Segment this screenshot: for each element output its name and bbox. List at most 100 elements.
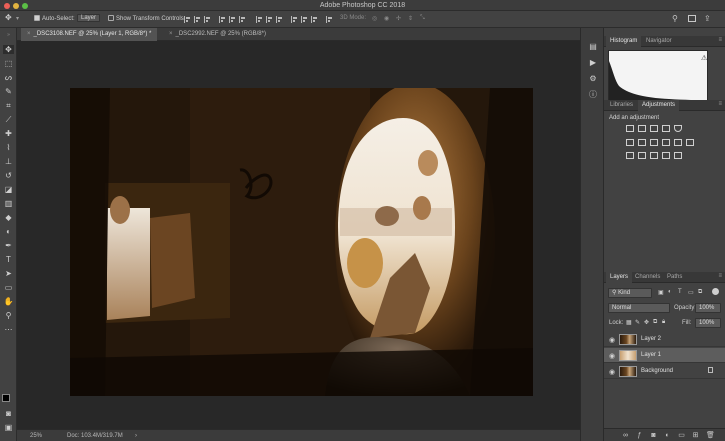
marquee-tool-icon[interactable]: ⬚ — [3, 59, 14, 68]
filter-toggle[interactable] — [712, 288, 719, 295]
crop-tool-icon[interactable]: ⌗ — [3, 101, 14, 110]
align-horizontal-center-icon[interactable] — [229, 16, 236, 23]
exposure-icon[interactable] — [662, 125, 670, 132]
align-vertical-center-icon[interactable] — [194, 16, 201, 23]
clone-stamp-tool-icon[interactable]: ⊥ — [3, 157, 14, 166]
tab-channels[interactable]: Channels — [631, 272, 664, 283]
new-layer-icon[interactable]: ⊞ — [692, 432, 699, 439]
tab-histogram[interactable]: Histogram — [606, 36, 642, 47]
opacity-input[interactable]: 100% — [695, 303, 721, 313]
levels-icon[interactable] — [638, 125, 646, 132]
black-white-icon[interactable] — [650, 139, 658, 146]
distribute-top-icon[interactable] — [256, 16, 263, 23]
brush-tool-icon[interactable]: ⌇ — [3, 143, 14, 152]
lock-image-icon[interactable]: ✎ — [635, 319, 640, 326]
screen-mode-icon[interactable]: ▣ — [3, 423, 14, 432]
filter-type-icon[interactable]: T — [678, 289, 682, 295]
distribute-left-icon[interactable] — [291, 16, 298, 23]
photo-filter-icon[interactable] — [662, 139, 670, 146]
eraser-tool-icon[interactable]: ◪ — [3, 185, 14, 194]
actions-panel-icon[interactable]: ▶ — [588, 58, 598, 67]
brightness-contrast-icon[interactable] — [626, 125, 634, 132]
align-bottom-icon[interactable] — [204, 16, 211, 23]
cache-warning-icon[interactable]: ⚠ — [701, 54, 707, 62]
hue-saturation-icon[interactable] — [626, 139, 634, 146]
tab-libraries[interactable]: Libraries — [606, 100, 637, 111]
distribute-vertical-center-icon[interactable] — [266, 16, 273, 23]
align-left-icon[interactable] — [219, 16, 226, 23]
color-lookup-icon[interactable] — [686, 139, 694, 146]
document-size[interactable]: Doc: 103.4M/319.7M — [67, 433, 123, 439]
tool-preset-chevron-icon[interactable]: ▾ — [16, 15, 19, 22]
slide-3d-icon[interactable]: ⇕ — [408, 15, 413, 22]
tab-document-2[interactable]: × _DSC2992.NEF @ 25% (RGB/8*) — [163, 28, 272, 41]
tab-document-1[interactable]: × _DSC3108.NEF @ 25% (Layer 1, RGB/8*) * — [21, 28, 158, 41]
layer-row-layer-2[interactable]: ◉ Layer 2 — [604, 332, 725, 347]
add-mask-icon[interactable]: ◙ — [650, 432, 657, 439]
visibility-eye-icon[interactable]: ◉ — [609, 368, 615, 376]
panel-menu-icon[interactable]: ≡ — [718, 273, 722, 279]
lock-position-icon[interactable]: ✥ — [644, 319, 649, 326]
gradient-tool-icon[interactable]: ▥ — [3, 199, 14, 208]
layer-style-icon[interactable]: ƒ — [636, 432, 643, 439]
hand-tool-icon[interactable]: ✋ — [3, 297, 14, 306]
vibrance-icon[interactable] — [674, 125, 682, 132]
curves-icon[interactable] — [650, 125, 658, 132]
new-adjustment-layer-icon[interactable]: ◐ — [664, 432, 671, 439]
filter-adjustment-icon[interactable]: ◐ — [668, 289, 672, 295]
lock-artboard-icon[interactable]: ⧉ — [653, 319, 657, 326]
type-tool-icon[interactable]: T — [3, 255, 14, 264]
gradient-map-icon[interactable] — [662, 152, 670, 159]
rectangle-tool-icon[interactable]: ▭ — [3, 283, 14, 292]
fill-input[interactable]: 100% — [695, 318, 721, 328]
eyedropper-tool-icon[interactable]: ⟋ — [3, 115, 14, 124]
history-panel-icon[interactable]: ▤ — [588, 42, 598, 51]
filter-pixel-icon[interactable]: ▣ — [658, 289, 664, 296]
tab-layers[interactable]: Layers — [606, 272, 633, 283]
selective-color-icon[interactable] — [674, 152, 682, 159]
foreground-color-swatch[interactable] — [2, 394, 10, 402]
lasso-tool-icon[interactable]: ᔕ — [3, 73, 14, 82]
search-icon[interactable]: ⚲ — [672, 14, 678, 23]
close-tab-icon[interactable]: × — [169, 31, 173, 37]
blend-mode-dropdown[interactable]: Normal — [608, 303, 670, 313]
lock-transparent-icon[interactable]: ▦ — [626, 319, 632, 326]
new-group-icon[interactable]: ▭ — [678, 432, 685, 439]
visibility-eye-icon[interactable]: ◉ — [609, 336, 615, 344]
align-top-icon[interactable] — [184, 16, 191, 23]
show-transform-checkbox[interactable]: Show Transform Controls — [108, 15, 184, 22]
auto-select-dropdown[interactable]: Layer — [77, 14, 101, 22]
path-selection-tool-icon[interactable]: ➤ — [3, 269, 14, 278]
align-right-icon[interactable] — [239, 16, 246, 23]
share-icon[interactable]: ⇪ — [704, 14, 711, 23]
dodge-tool-icon[interactable]: ◐ — [3, 227, 14, 236]
layer-row-layer-1[interactable]: ◉ Layer 1 — [604, 348, 725, 363]
visibility-eye-icon[interactable]: ◉ — [609, 352, 615, 360]
tools-collapse-icon[interactable]: » — [3, 31, 14, 40]
posterize-icon[interactable] — [638, 152, 646, 159]
move-tool-icon[interactable]: ✥ — [3, 45, 14, 54]
info-panel-icon[interactable]: ⓘ — [588, 90, 598, 99]
canvas-area[interactable] — [17, 41, 580, 429]
status-menu-arrow-icon[interactable]: › — [135, 433, 137, 439]
lock-all-icon[interactable]: 🔒︎ — [662, 319, 665, 326]
scale-3d-icon[interactable]: ⤡ — [420, 15, 425, 22]
distribute-right-icon[interactable] — [311, 16, 318, 23]
roll-3d-icon[interactable]: ◉ — [384, 15, 389, 22]
filter-smart-object-icon[interactable]: ⧉ — [698, 289, 702, 296]
distribute-horizontal-center-icon[interactable] — [301, 16, 308, 23]
tab-paths[interactable]: Paths — [663, 272, 686, 283]
rotate-3d-icon[interactable]: ◎ — [372, 15, 377, 22]
distribute-bottom-icon[interactable] — [276, 16, 283, 23]
layer-row-background[interactable]: ◉ Background — [604, 364, 725, 379]
channel-mixer-icon[interactable] — [674, 139, 682, 146]
healing-brush-tool-icon[interactable]: ✚ — [3, 129, 14, 138]
layer-filter-kind-dropdown[interactable]: ⚲ Kind — [608, 288, 652, 298]
panel-menu-icon[interactable]: ≡ — [718, 101, 722, 107]
panel-menu-icon[interactable]: ≡ — [718, 37, 722, 43]
blur-tool-icon[interactable]: ◆ — [3, 213, 14, 222]
quick-mask-icon[interactable]: ◙ — [3, 409, 14, 418]
color-balance-icon[interactable] — [638, 139, 646, 146]
invert-icon[interactable] — [626, 152, 634, 159]
auto-align-icon[interactable] — [326, 16, 333, 23]
